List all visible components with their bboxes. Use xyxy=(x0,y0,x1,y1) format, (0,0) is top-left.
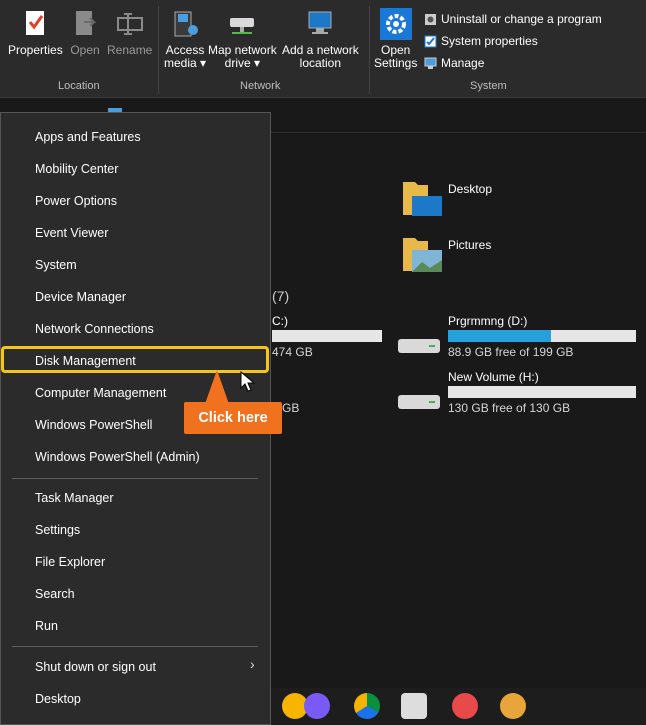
drive-label[interactable]: Prgrmmng (D:) xyxy=(448,314,527,328)
drive-label: C:) xyxy=(272,314,288,328)
settings-gear-icon xyxy=(379,8,412,40)
network-group-label: Network xyxy=(240,80,281,92)
rename-icon xyxy=(114,8,146,40)
system-properties-icon xyxy=(424,35,437,47)
drive-usage-bar xyxy=(448,330,636,342)
palette-icon[interactable] xyxy=(500,693,526,719)
drive-label[interactable]: New Volume (H:) xyxy=(448,370,539,384)
menu-item-windows-powershell[interactable]: Windows PowerShell xyxy=(35,418,152,432)
location-group-label: Location xyxy=(58,80,100,92)
hard-drive-icon xyxy=(398,395,440,409)
system-group-label: System xyxy=(470,80,507,92)
menu-item-apps-and-features[interactable]: Apps and Features xyxy=(35,130,141,144)
manage-label: Manage xyxy=(441,56,485,70)
properties-icon xyxy=(19,8,51,40)
drive-free-space: 130 GB free of 130 GB xyxy=(448,401,571,415)
devices-section-header[interactable]: (7) xyxy=(272,288,289,304)
menu-item-settings[interactable]: Settings xyxy=(35,523,80,537)
network-location-icon xyxy=(304,8,336,40)
media-server-icon xyxy=(169,8,201,40)
rename-button[interactable]: Rename xyxy=(107,8,152,57)
menu-divider xyxy=(12,646,258,647)
manage-button[interactable]: Manage xyxy=(424,56,484,70)
menu-item-network-connections[interactable]: Network Connections xyxy=(35,322,154,336)
ribbon-divider xyxy=(158,6,159,94)
open-settings-label-2: Settings xyxy=(374,56,418,70)
menu-item-system[interactable]: System xyxy=(35,258,77,272)
discord-icon[interactable] xyxy=(304,693,330,719)
click-here-callout: Click here xyxy=(184,402,282,434)
menu-item-task-manager[interactable]: Task Manager xyxy=(35,491,114,505)
ribbon: Properties Open Rename Location Access m… xyxy=(0,0,646,98)
system-properties-button[interactable]: System properties xyxy=(424,34,538,48)
drive-usage-bar xyxy=(272,330,382,342)
hard-drive-icon xyxy=(398,339,440,353)
uninstall-program-button[interactable]: Uninstall or change a program xyxy=(424,12,602,26)
open-icon xyxy=(69,8,101,40)
uninstall-icon xyxy=(425,13,436,25)
paint-tool-icon[interactable] xyxy=(452,693,478,719)
menu-divider xyxy=(12,478,258,479)
menu-item-file-explorer[interactable]: File Explorer xyxy=(35,555,105,569)
menu-item-device-manager[interactable]: Device Manager xyxy=(35,290,126,304)
menu-item-power-options[interactable]: Power Options xyxy=(35,194,117,208)
manage-icon xyxy=(424,57,437,69)
drive-free-space: 474 GB xyxy=(272,345,313,359)
pictures-folder-icon xyxy=(403,238,442,272)
access-media-button[interactable]: Access media ▾ xyxy=(164,8,206,70)
access-media-label-2: media ▾ xyxy=(164,56,207,70)
mouse-cursor-icon xyxy=(240,371,256,392)
uninstall-label: Uninstall or change a program xyxy=(441,12,602,26)
properties-label: Properties xyxy=(8,43,63,57)
network-drive-icon xyxy=(226,8,258,40)
menu-item-search[interactable]: Search xyxy=(35,587,75,601)
drive-tool-icon[interactable] xyxy=(401,693,427,719)
drive-usage-bar xyxy=(448,386,636,398)
chevron-right-icon: › xyxy=(250,656,255,672)
map-drive-label-2: drive ▾ xyxy=(224,56,261,70)
open-settings-button[interactable]: Open Settings xyxy=(374,8,417,70)
add-network-location-button[interactable]: Add a network location xyxy=(282,8,359,70)
menu-item-shut-down-or-sign-out[interactable]: Shut down or sign out xyxy=(35,660,156,674)
menu-item-disk-management[interactable]: Disk Management xyxy=(35,354,136,368)
open-label: Open xyxy=(70,43,100,57)
properties-button[interactable]: Properties xyxy=(8,8,63,57)
map-network-drive-button[interactable]: Map network drive ▾ xyxy=(208,8,277,70)
open-button[interactable]: Open xyxy=(69,8,101,57)
folder-label: Desktop xyxy=(448,182,493,196)
menu-item-mobility-center[interactable]: Mobility Center xyxy=(35,162,118,176)
menu-item-desktop[interactable]: Desktop xyxy=(35,692,81,706)
drive-free-space: 88.9 GB free of 199 GB xyxy=(448,345,574,359)
browser-icon[interactable] xyxy=(354,693,380,719)
rename-label: Rename xyxy=(107,43,153,57)
desktop-folder-icon xyxy=(403,182,442,216)
menu-item-windows-powershell-admin[interactable]: Windows PowerShell (Admin) xyxy=(35,450,200,464)
menu-item-event-viewer[interactable]: Event Viewer xyxy=(35,226,108,240)
add-location-label-2: location xyxy=(299,56,342,70)
menu-item-run[interactable]: Run xyxy=(35,619,58,633)
system-properties-label: System properties xyxy=(441,34,538,48)
menu-item-computer-management[interactable]: Computer Management xyxy=(35,386,166,400)
folder-label: Pictures xyxy=(448,238,492,252)
ribbon-divider xyxy=(369,6,370,94)
